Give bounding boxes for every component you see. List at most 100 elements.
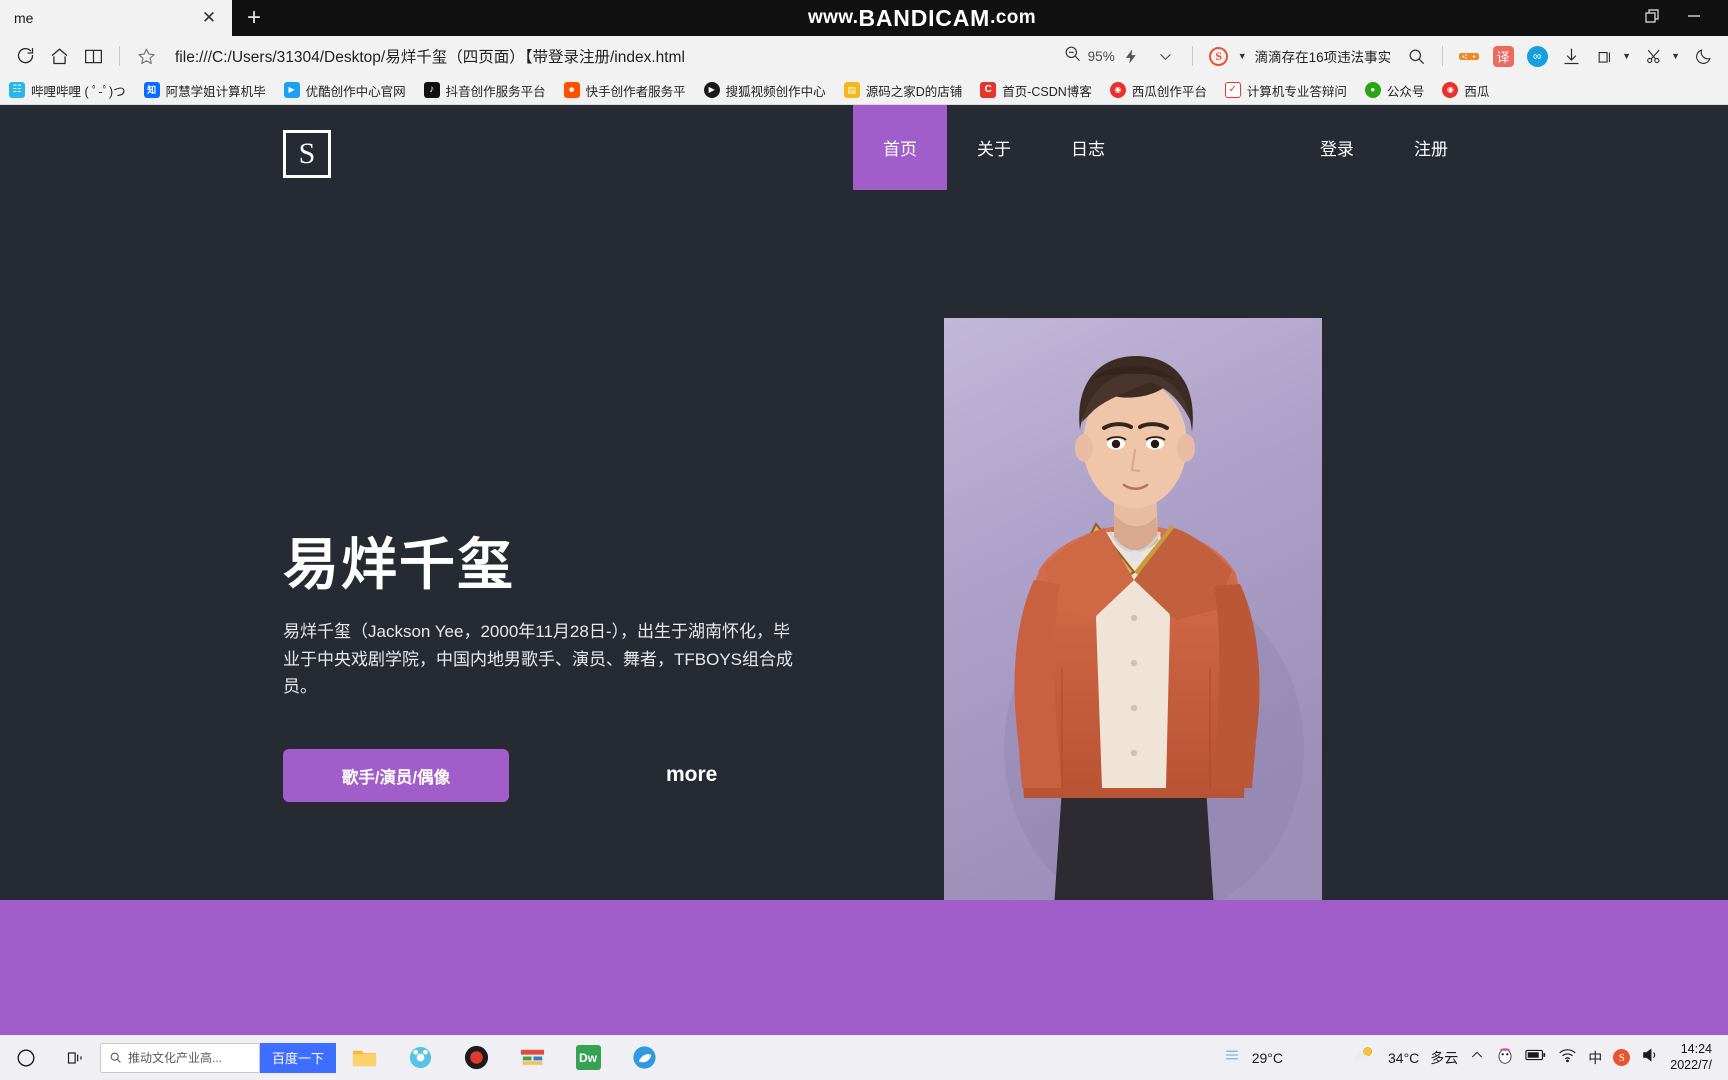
browser-icon[interactable] [616,1035,672,1080]
weather-temperature[interactable]: 34°C [1388,1050,1419,1066]
baidu-search-button[interactable]: 百度一下 [260,1042,337,1073]
sogou-tray-icon[interactable]: S [1613,1049,1631,1066]
bookmark-item[interactable]: ▤ 源码之家D的店铺 [835,81,972,100]
site-logo[interactable]: S [283,130,331,178]
wechat-public-icon: ● [1364,82,1381,98]
download-icon[interactable] [1554,41,1588,71]
sogou-dropdown-icon[interactable]: ▼ [1238,51,1247,61]
search-icon[interactable] [1399,41,1433,71]
bookmark-label: 快手创作者服务平 [585,84,686,99]
nav-item-login[interactable]: 登录 [1290,105,1384,190]
reload-icon[interactable] [8,41,42,71]
browser-tab[interactable]: me ✕ [0,0,232,36]
minimize-icon[interactable] [1686,8,1702,29]
url-text: file:///C:/Users/31304/Desktop/易烊千玺（四页面）… [175,49,685,66]
wifi-icon[interactable] [1558,1047,1577,1068]
bookmark-label: 西瓜创作平台 [1131,84,1207,99]
qq-icon[interactable] [1496,1046,1514,1070]
bookmark-label: 优酷创作中心官网 [305,84,406,99]
zhihu-icon: 知 [143,82,160,98]
address-bar[interactable]: file:///C:/Users/31304/Desktop/易烊千玺（四页面）… [163,41,1063,71]
shop-icon: ▤ [843,82,860,98]
windows-taskbar: 推动文化产业高... 百度一下 Dw 29°C 34°C 多云 中 S 14:2… [0,1035,1728,1080]
star-icon[interactable] [129,41,163,71]
bookmark-item[interactable]: ◉ 西瓜创作平台 [1101,81,1216,100]
bookmark-item[interactable]: 知 阿慧学姐计算机毕 [135,81,275,100]
bookmark-item[interactable]: ▶ 搜狐视频创作中心 [695,81,835,100]
toolbar-divider-2 [1191,46,1193,66]
lightning-icon[interactable] [1115,41,1149,71]
plus-icon[interactable]: + [232,0,276,36]
watermark-prefix: www. [807,7,859,28]
bookmark-item[interactable]: ☷ 哔哩哔哩 ( ﾟ-ﾟ)つ [0,81,135,100]
ime-icon[interactable]: 中 [1588,1048,1602,1068]
news-headline[interactable]: 滴滴存在16项违法事实 [1255,46,1392,66]
bookmark-item[interactable]: ☻ 快手创作者服务平 [555,81,695,100]
douyin-icon: ♪ [423,82,440,98]
battery-icon[interactable] [1525,1048,1547,1067]
store-icon[interactable] [504,1035,560,1080]
restore-window-icon[interactable] [1644,8,1660,29]
bookmark-label: 抖音创作服务平台 [445,84,546,99]
more-link[interactable]: more [666,763,717,787]
bandicam-icon[interactable] [392,1035,448,1080]
gamepad-icon[interactable] [1452,41,1486,71]
kuaishou-icon: ☻ [563,82,580,98]
youku-icon: ▶ [283,82,300,98]
bookmark-item[interactable]: C 首页-CSDN博客 [971,81,1101,100]
taskbar-clock[interactable]: 14:24 2022/7/ [1670,1042,1718,1073]
bookmark-item[interactable]: ◉ 西瓜 [1433,81,1498,100]
bookmark-item[interactable]: ● 公众号 [1356,81,1434,100]
collections-dropdown-icon[interactable]: ▼ [1622,51,1631,61]
nav-item-about[interactable]: 关于 [947,105,1041,190]
scissors-dropdown-icon[interactable]: ▼ [1671,51,1680,61]
toolbar-divider-3 [1442,46,1444,66]
weather-description[interactable]: 多云 [1430,1048,1458,1068]
home-icon[interactable] [42,41,76,71]
moon-icon[interactable] [1686,41,1720,71]
bookmark-item[interactable]: ✓ 计算机专业答辩问 [1216,81,1356,100]
clock-date: 2022/7/ [1670,1057,1712,1072]
nav-item-register[interactable]: 注册 [1384,105,1478,190]
bookmark-item[interactable]: ♪ 抖音创作服务平台 [415,81,555,100]
nav-item-blog[interactable]: 日志 [1041,105,1135,190]
zoom-out-icon[interactable] [1063,44,1082,68]
bookmark-label: 哔哩哔哩 ( ﾟ-ﾟ)つ [31,84,126,99]
news-temperature[interactable]: 29°C [1252,1050,1283,1066]
browser-tab-strip: me ✕ + www. BANDICAM .com [0,0,1728,36]
watermark-suffix: .com [990,7,1037,28]
wechat-icon[interactable]: ∞ [1520,41,1554,71]
volume-icon[interactable] [1641,1047,1659,1068]
windows-start-icon[interactable] [0,1047,52,1069]
file-explorer-icon[interactable] [336,1035,392,1080]
bookmark-label: 公众号 [1386,84,1425,99]
recorder-icon[interactable] [448,1035,504,1080]
nav-menu: 首页 关于 日志 登录 注册 [853,105,1478,190]
chevron-up-icon[interactable] [1469,1047,1485,1068]
close-icon[interactable]: ✕ [200,9,218,27]
xigua-icon: ◉ [1109,82,1126,98]
csdn-icon: C [980,82,997,98]
xigua2-icon: ◉ [1442,82,1459,98]
hero-cta-button[interactable]: 歌手/演员/偶像 [283,749,509,802]
scissors-icon[interactable] [1637,41,1671,71]
bookmark-label: 阿慧学姐计算机毕 [165,84,266,99]
doc-icon: ✓ [1224,82,1241,98]
nav-item-home[interactable]: 首页 [853,105,947,190]
bandicam-watermark: www. BANDICAM .com [276,0,1728,36]
nav-label: 注册 [1414,140,1448,159]
news-weather-icon[interactable] [1223,1046,1241,1069]
chevron-down-icon[interactable] [1149,41,1183,71]
weather-icon[interactable] [1353,1045,1377,1070]
task-view-icon[interactable] [52,1048,100,1068]
dreamweaver-icon[interactable]: Dw [560,1035,616,1080]
bookmark-item[interactable]: ▶ 优酷创作中心官网 [275,81,415,100]
zoom-level: 95% [1087,48,1115,64]
book-icon[interactable] [76,41,110,71]
zoom-control[interactable]: 95% [1063,44,1115,68]
translate-icon[interactable]: 译 [1486,41,1520,71]
sogou-icon[interactable]: S [1202,41,1236,71]
search-input[interactable]: 推动文化产业高... [100,1042,260,1073]
collections-icon[interactable] [1588,41,1622,71]
